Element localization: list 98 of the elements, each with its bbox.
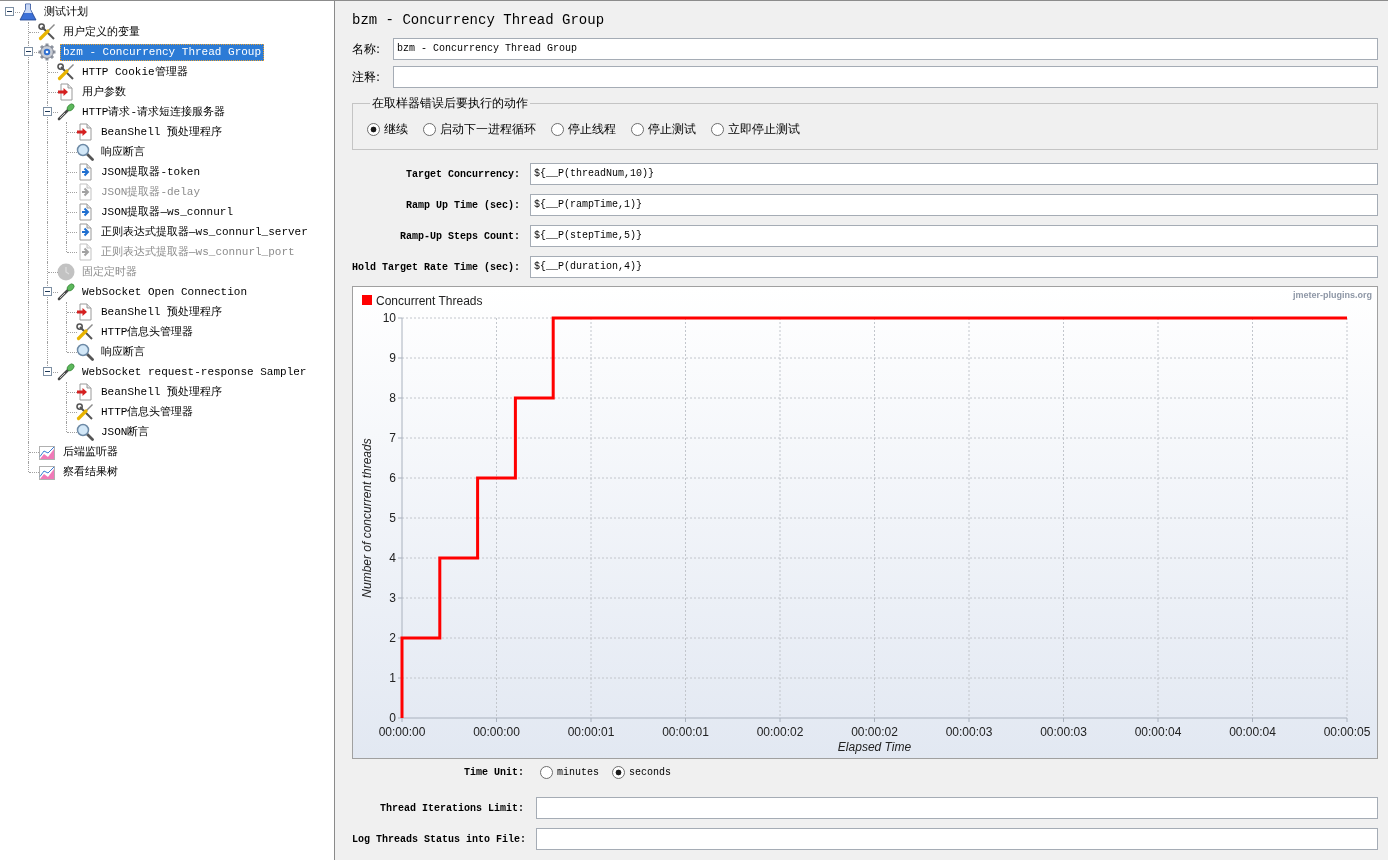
y-tick-label: 2 <box>389 631 396 645</box>
clock-icon <box>57 263 75 281</box>
radio-option[interactable]: 启动下一进程循环 <box>423 120 536 138</box>
x-tick-label: 00:00:00 <box>473 725 520 739</box>
y-tick-label: 0 <box>389 711 396 725</box>
radio-option[interactable]: 继续 <box>367 120 408 138</box>
x-tick-label: 00:00:00 <box>378 725 426 739</box>
radio-option[interactable]: 停止线程 <box>551 120 616 138</box>
field-label: Log Threads Status into File: <box>352 833 524 845</box>
gear-icon <box>38 43 56 61</box>
tree-item[interactable]: JSON断言 <box>98 423 153 441</box>
tree-item[interactable]: WebSocket request-response Sampler <box>79 363 310 381</box>
x-tick-label: 00:00:02 <box>756 725 804 739</box>
tree-item[interactable]: 察看结果树 <box>60 463 121 481</box>
y-tick-label: 1 <box>389 671 396 685</box>
field-label: Ramp-Up Steps Count: <box>398 230 520 242</box>
tree-item[interactable]: HTTP请求-请求短连接服务器 <box>79 103 228 121</box>
tree-item[interactable]: 响应断言 <box>98 343 148 361</box>
radio-option[interactable]: minutes <box>540 765 599 779</box>
y-tick-label: 4 <box>389 551 396 565</box>
magnifier-icon <box>76 143 94 161</box>
tree-toggle[interactable] <box>24 47 33 56</box>
chart-icon <box>38 443 56 461</box>
text-field[interactable]: ${__P(rampTime,1)} <box>530 194 1378 216</box>
tree-item[interactable]: bzm - Concurrency Thread Group <box>60 43 265 61</box>
y-tick-label: 6 <box>389 471 396 485</box>
text-field[interactable]: bzm - Concurrency Thread Group <box>393 38 1378 60</box>
y-tick-label: 5 <box>389 511 396 525</box>
x-tick-label: 00:00:01 <box>662 725 709 739</box>
text-field[interactable] <box>393 66 1378 88</box>
field-label: 名称: <box>352 40 382 58</box>
x-tick-label: 00:00:05 <box>1323 725 1371 739</box>
x-axis-title: Elapsed Time <box>837 740 912 754</box>
radio-option[interactable]: seconds <box>612 765 672 779</box>
tree-item[interactable]: 测试计划 <box>41 3 91 21</box>
tools-icon <box>76 323 94 341</box>
field-label: Thread Iterations Limit: <box>378 802 524 814</box>
x-tick-label: 00:00:02 <box>851 725 898 739</box>
tree-item[interactable]: BeanShell 预处理程序 <box>98 383 225 401</box>
text-field[interactable]: ${__P(stepTime,5)} <box>530 225 1378 247</box>
y-tick-label: 9 <box>389 351 396 365</box>
x-tick-label: 00:00:04 <box>1229 725 1276 739</box>
tree-item[interactable]: 后端监听器 <box>60 443 121 461</box>
y-tick-label: 10 <box>382 311 396 325</box>
flask-icon <box>19 3 37 21</box>
pipette-icon <box>57 283 75 301</box>
chart-credit: jmeter-plugins.org <box>1293 290 1372 300</box>
tree-toggle[interactable] <box>43 287 52 296</box>
document-arrow-icon <box>76 163 94 181</box>
tools-icon <box>57 63 75 81</box>
tree-item[interactable]: HTTP Cookie管理器 <box>79 63 191 81</box>
tree-toggle[interactable] <box>43 367 52 376</box>
tree-toggle[interactable] <box>5 7 14 16</box>
text-field[interactable]: ${__P(threadNum,10)} <box>530 163 1378 185</box>
y-tick-label: 3 <box>389 591 396 605</box>
tree-item[interactable]: HTTP信息头管理器 <box>98 323 197 341</box>
document-arrow-icon <box>76 203 94 221</box>
group-title: 在取样器错误后要执行的动作 <box>371 96 529 110</box>
field-label: Target Concurrency: <box>404 168 520 180</box>
y-tick-label: 7 <box>389 431 396 445</box>
tree-item[interactable]: JSON提取器—ws_connurl <box>98 203 237 221</box>
y-tick-label: 8 <box>389 391 396 405</box>
x-tick-label: 00:00:03 <box>1040 725 1087 739</box>
pipette-icon <box>57 103 75 121</box>
x-tick-label: 00:00:01 <box>567 725 615 739</box>
tree-item[interactable]: 正则表达式提取器—ws_connurl_server <box>98 223 311 241</box>
y-axis-title: Number of concurrent threads <box>360 438 374 598</box>
tree-item[interactable]: BeanShell 预处理程序 <box>98 303 225 321</box>
text-field[interactable] <box>536 828 1378 850</box>
document-arrow-icon <box>76 183 94 201</box>
radio-option[interactable]: 停止测试 <box>631 120 696 138</box>
document-arrow-icon <box>76 223 94 241</box>
document-arrow-icon <box>76 243 94 261</box>
x-tick-label: 00:00:04 <box>1134 725 1182 739</box>
field-label: 注释: <box>352 68 382 86</box>
tree-item[interactable]: 响应断言 <box>98 143 148 161</box>
tools-icon <box>38 23 56 41</box>
tree-item[interactable]: JSON提取器-token <box>98 163 203 181</box>
tools-icon <box>76 403 94 421</box>
magnifier-icon <box>76 343 94 361</box>
tree-item[interactable]: 用户定义的变量 <box>60 23 143 41</box>
tree-item[interactable]: HTTP信息头管理器 <box>98 403 197 421</box>
pipette-icon <box>57 363 75 381</box>
tree-toggle[interactable] <box>43 107 52 116</box>
chart-icon <box>38 463 56 481</box>
field-label: Ramp Up Time (sec): <box>404 199 520 211</box>
text-field[interactable]: ${__P(duration,4)} <box>530 256 1378 278</box>
tree-item[interactable]: BeanShell 预处理程序 <box>98 123 225 141</box>
text-field[interactable] <box>536 797 1378 819</box>
legend-label: Concurrent Threads <box>376 294 483 308</box>
x-tick-label: 00:00:03 <box>945 725 993 739</box>
magnifier-icon <box>76 423 94 441</box>
radio-option[interactable]: 立即停止测试 <box>711 120 800 138</box>
tree-item[interactable]: WebSocket Open Connection <box>79 283 251 301</box>
tree-item[interactable]: 用户参数 <box>79 83 129 101</box>
field-label: Time Unit: <box>463 766 524 778</box>
panel-title: bzm - Concurrency Thread Group <box>352 11 606 30</box>
field-label: Hold Target Rate Time (sec): <box>352 261 520 273</box>
